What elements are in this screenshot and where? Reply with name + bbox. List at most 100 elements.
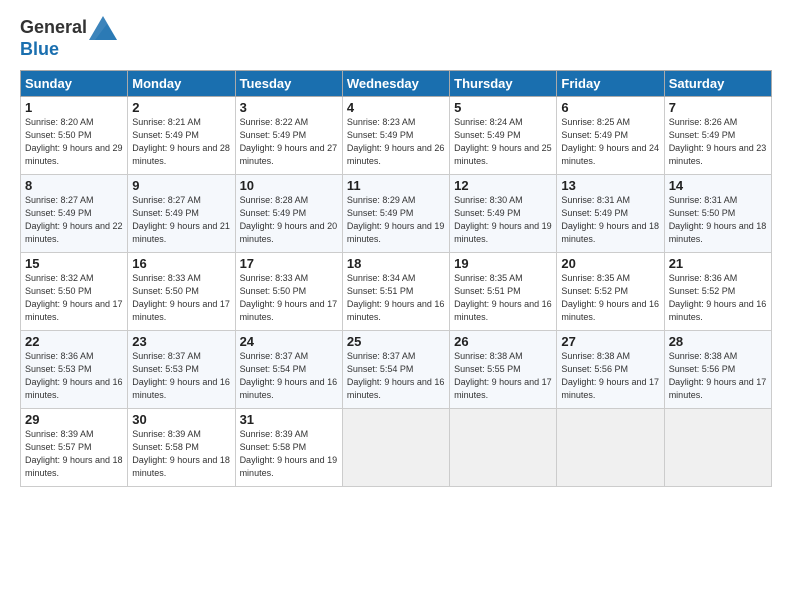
day-info: Sunrise: 8:27 AM Sunset: 5:49 PM Dayligh… [25, 194, 123, 246]
day-number: 31 [240, 412, 338, 427]
day-number: 14 [669, 178, 767, 193]
day-info: Sunrise: 8:37 AM Sunset: 5:54 PM Dayligh… [240, 350, 338, 402]
day-info: Sunrise: 8:35 AM Sunset: 5:52 PM Dayligh… [561, 272, 659, 324]
col-header-sunday: Sunday [21, 70, 128, 96]
calendar-cell: 5Sunrise: 8:24 AM Sunset: 5:49 PM Daylig… [450, 96, 557, 174]
col-header-wednesday: Wednesday [342, 70, 449, 96]
day-number: 22 [25, 334, 123, 349]
day-number: 24 [240, 334, 338, 349]
day-info: Sunrise: 8:33 AM Sunset: 5:50 PM Dayligh… [132, 272, 230, 324]
day-number: 23 [132, 334, 230, 349]
day-info: Sunrise: 8:22 AM Sunset: 5:49 PM Dayligh… [240, 116, 338, 168]
day-number: 28 [669, 334, 767, 349]
day-info: Sunrise: 8:36 AM Sunset: 5:52 PM Dayligh… [669, 272, 767, 324]
day-number: 4 [347, 100, 445, 115]
day-number: 11 [347, 178, 445, 193]
day-number: 5 [454, 100, 552, 115]
day-number: 12 [454, 178, 552, 193]
day-number: 25 [347, 334, 445, 349]
calendar-cell: 8Sunrise: 8:27 AM Sunset: 5:49 PM Daylig… [21, 174, 128, 252]
calendar-cell: 4Sunrise: 8:23 AM Sunset: 5:49 PM Daylig… [342, 96, 449, 174]
calendar-cell: 2Sunrise: 8:21 AM Sunset: 5:49 PM Daylig… [128, 96, 235, 174]
day-info: Sunrise: 8:20 AM Sunset: 5:50 PM Dayligh… [25, 116, 123, 168]
day-number: 3 [240, 100, 338, 115]
week-row-3: 15Sunrise: 8:32 AM Sunset: 5:50 PM Dayli… [21, 252, 772, 330]
calendar: SundayMondayTuesdayWednesdayThursdayFrid… [20, 70, 772, 487]
day-number: 6 [561, 100, 659, 115]
day-number: 16 [132, 256, 230, 271]
day-info: Sunrise: 8:29 AM Sunset: 5:49 PM Dayligh… [347, 194, 445, 246]
calendar-cell: 29Sunrise: 8:39 AM Sunset: 5:57 PM Dayli… [21, 408, 128, 486]
day-info: Sunrise: 8:38 AM Sunset: 5:56 PM Dayligh… [669, 350, 767, 402]
day-info: Sunrise: 8:21 AM Sunset: 5:49 PM Dayligh… [132, 116, 230, 168]
day-info: Sunrise: 8:39 AM Sunset: 5:57 PM Dayligh… [25, 428, 123, 480]
calendar-cell: 22Sunrise: 8:36 AM Sunset: 5:53 PM Dayli… [21, 330, 128, 408]
calendar-cell: 28Sunrise: 8:38 AM Sunset: 5:56 PM Dayli… [664, 330, 771, 408]
day-info: Sunrise: 8:31 AM Sunset: 5:49 PM Dayligh… [561, 194, 659, 246]
calendar-cell: 16Sunrise: 8:33 AM Sunset: 5:50 PM Dayli… [128, 252, 235, 330]
week-row-1: 1Sunrise: 8:20 AM Sunset: 5:50 PM Daylig… [21, 96, 772, 174]
day-info: Sunrise: 8:24 AM Sunset: 5:49 PM Dayligh… [454, 116, 552, 168]
calendar-cell: 25Sunrise: 8:37 AM Sunset: 5:54 PM Dayli… [342, 330, 449, 408]
calendar-cell: 23Sunrise: 8:37 AM Sunset: 5:53 PM Dayli… [128, 330, 235, 408]
day-number: 29 [25, 412, 123, 427]
week-row-4: 22Sunrise: 8:36 AM Sunset: 5:53 PM Dayli… [21, 330, 772, 408]
day-info: Sunrise: 8:23 AM Sunset: 5:49 PM Dayligh… [347, 116, 445, 168]
calendar-cell: 7Sunrise: 8:26 AM Sunset: 5:49 PM Daylig… [664, 96, 771, 174]
calendar-cell: 15Sunrise: 8:32 AM Sunset: 5:50 PM Dayli… [21, 252, 128, 330]
week-row-2: 8Sunrise: 8:27 AM Sunset: 5:49 PM Daylig… [21, 174, 772, 252]
day-number: 27 [561, 334, 659, 349]
calendar-cell [342, 408, 449, 486]
day-info: Sunrise: 8:25 AM Sunset: 5:49 PM Dayligh… [561, 116, 659, 168]
calendar-cell: 12Sunrise: 8:30 AM Sunset: 5:49 PM Dayli… [450, 174, 557, 252]
day-info: Sunrise: 8:36 AM Sunset: 5:53 PM Dayligh… [25, 350, 123, 402]
logo-blue: Blue [20, 40, 59, 60]
calendar-cell: 6Sunrise: 8:25 AM Sunset: 5:49 PM Daylig… [557, 96, 664, 174]
calendar-cell: 1Sunrise: 8:20 AM Sunset: 5:50 PM Daylig… [21, 96, 128, 174]
day-number: 8 [25, 178, 123, 193]
day-info: Sunrise: 8:38 AM Sunset: 5:56 PM Dayligh… [561, 350, 659, 402]
header: General Blue [20, 16, 772, 60]
calendar-cell: 3Sunrise: 8:22 AM Sunset: 5:49 PM Daylig… [235, 96, 342, 174]
day-number: 26 [454, 334, 552, 349]
col-header-saturday: Saturday [664, 70, 771, 96]
day-number: 13 [561, 178, 659, 193]
day-info: Sunrise: 8:30 AM Sunset: 5:49 PM Dayligh… [454, 194, 552, 246]
col-header-thursday: Thursday [450, 70, 557, 96]
calendar-cell [450, 408, 557, 486]
calendar-cell: 21Sunrise: 8:36 AM Sunset: 5:52 PM Dayli… [664, 252, 771, 330]
calendar-cell: 14Sunrise: 8:31 AM Sunset: 5:50 PM Dayli… [664, 174, 771, 252]
day-number: 21 [669, 256, 767, 271]
calendar-cell: 26Sunrise: 8:38 AM Sunset: 5:55 PM Dayli… [450, 330, 557, 408]
calendar-cell: 30Sunrise: 8:39 AM Sunset: 5:58 PM Dayli… [128, 408, 235, 486]
day-info: Sunrise: 8:37 AM Sunset: 5:53 PM Dayligh… [132, 350, 230, 402]
day-info: Sunrise: 8:32 AM Sunset: 5:50 PM Dayligh… [25, 272, 123, 324]
day-number: 2 [132, 100, 230, 115]
day-number: 7 [669, 100, 767, 115]
calendar-cell: 19Sunrise: 8:35 AM Sunset: 5:51 PM Dayli… [450, 252, 557, 330]
day-info: Sunrise: 8:27 AM Sunset: 5:49 PM Dayligh… [132, 194, 230, 246]
col-header-monday: Monday [128, 70, 235, 96]
logo-general: General [20, 18, 87, 38]
week-row-5: 29Sunrise: 8:39 AM Sunset: 5:57 PM Dayli… [21, 408, 772, 486]
day-number: 30 [132, 412, 230, 427]
day-number: 17 [240, 256, 338, 271]
calendar-cell: 13Sunrise: 8:31 AM Sunset: 5:49 PM Dayli… [557, 174, 664, 252]
day-number: 18 [347, 256, 445, 271]
calendar-cell: 17Sunrise: 8:33 AM Sunset: 5:50 PM Dayli… [235, 252, 342, 330]
calendar-cell: 20Sunrise: 8:35 AM Sunset: 5:52 PM Dayli… [557, 252, 664, 330]
day-info: Sunrise: 8:35 AM Sunset: 5:51 PM Dayligh… [454, 272, 552, 324]
calendar-cell: 27Sunrise: 8:38 AM Sunset: 5:56 PM Dayli… [557, 330, 664, 408]
day-number: 20 [561, 256, 659, 271]
logo-icon [89, 16, 117, 40]
calendar-cell: 31Sunrise: 8:39 AM Sunset: 5:58 PM Dayli… [235, 408, 342, 486]
day-info: Sunrise: 8:28 AM Sunset: 5:49 PM Dayligh… [240, 194, 338, 246]
day-number: 9 [132, 178, 230, 193]
calendar-cell: 9Sunrise: 8:27 AM Sunset: 5:49 PM Daylig… [128, 174, 235, 252]
day-info: Sunrise: 8:33 AM Sunset: 5:50 PM Dayligh… [240, 272, 338, 324]
day-info: Sunrise: 8:39 AM Sunset: 5:58 PM Dayligh… [132, 428, 230, 480]
calendar-cell [664, 408, 771, 486]
day-info: Sunrise: 8:39 AM Sunset: 5:58 PM Dayligh… [240, 428, 338, 480]
calendar-cell: 11Sunrise: 8:29 AM Sunset: 5:49 PM Dayli… [342, 174, 449, 252]
col-header-tuesday: Tuesday [235, 70, 342, 96]
